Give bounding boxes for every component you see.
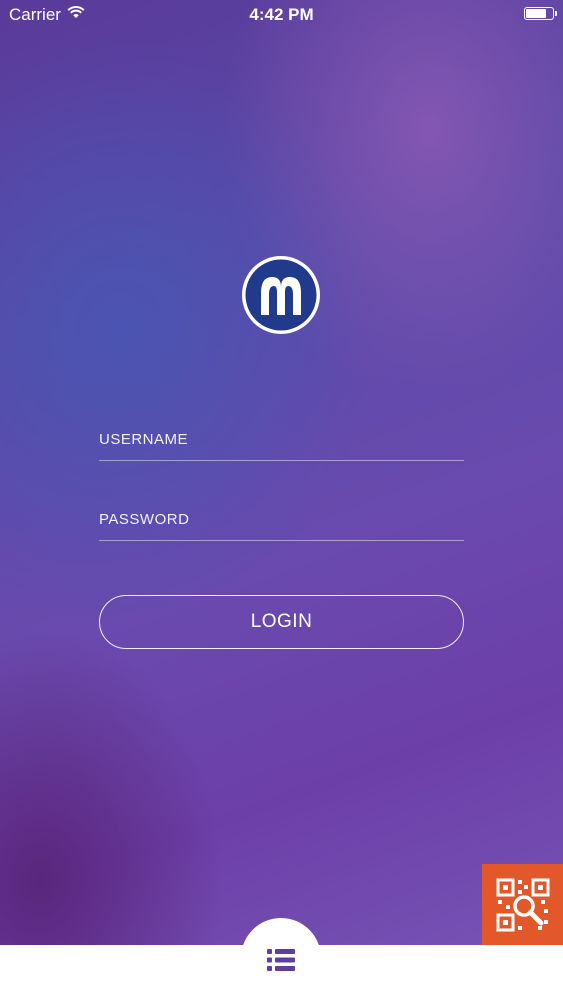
battery-icon — [524, 7, 557, 20]
qr-scan-button[interactable] — [482, 864, 563, 945]
login-button-label: LOGIN — [250, 611, 313, 632]
password-input[interactable] — [99, 500, 464, 538]
username-input[interactable] — [99, 420, 464, 458]
status-bar: Carrier 4:42 PM — [0, 0, 563, 30]
login-button[interactable]: LOGIN — [99, 595, 464, 649]
brand-logo — [241, 255, 321, 335]
list-menu-icon — [267, 949, 295, 971]
login-screen: Carrier 4:42 PM LOGIN — [0, 0, 563, 1000]
qr-scan-icon — [496, 878, 549, 931]
password-field[interactable] — [99, 500, 464, 541]
username-field[interactable] — [99, 420, 464, 461]
status-time: 4:42 PM — [249, 5, 314, 24]
menu-button[interactable] — [261, 940, 301, 980]
